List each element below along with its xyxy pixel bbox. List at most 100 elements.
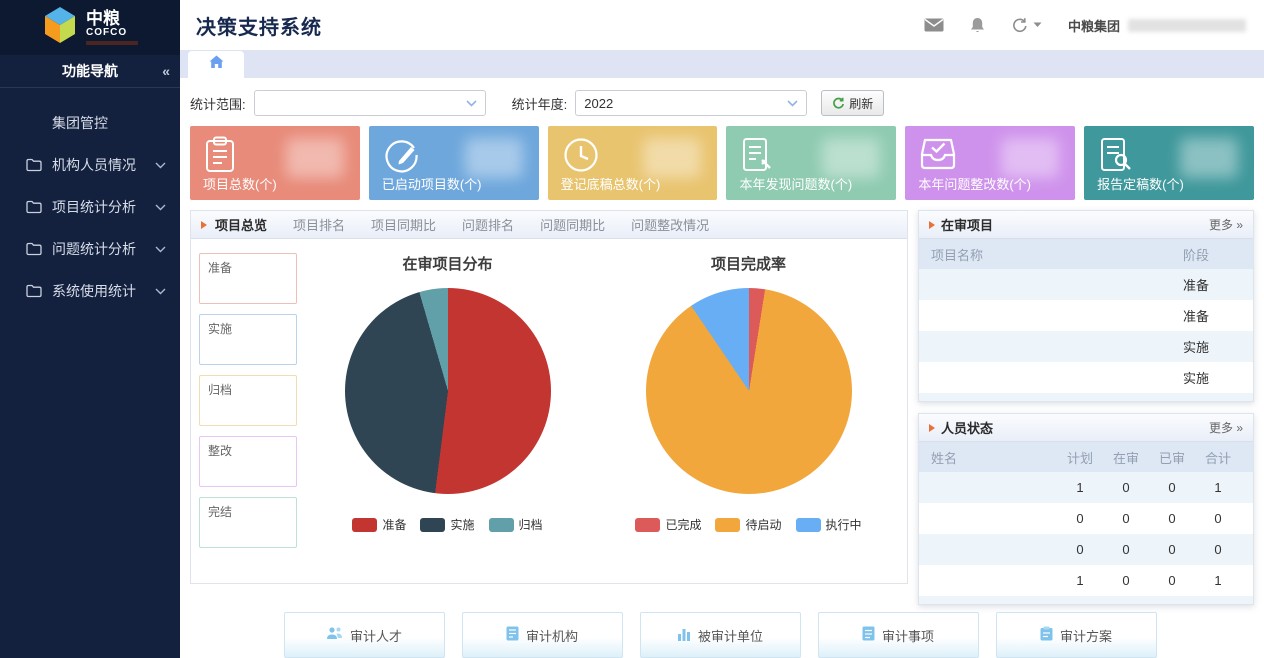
document-icon xyxy=(862,626,875,644)
pie-chart[interactable] xyxy=(345,288,551,494)
cofco-cube-icon xyxy=(42,6,78,49)
year-select[interactable]: 2022 xyxy=(575,90,807,116)
card-started-projects[interactable]: 已启动项目数(个) xyxy=(369,126,539,200)
card-value-redacted xyxy=(465,138,523,178)
tab-project-yoy[interactable]: 项目同期比 xyxy=(371,215,436,234)
table-header: 项目名称 阶段 xyxy=(919,239,1253,269)
personnel-more-link[interactable]: 更多 » xyxy=(1209,419,1243,436)
tab-home[interactable] xyxy=(188,51,244,78)
right-column: 在审项目 更多 » 项目名称 阶段 准备 准备 实施 实施 准备 xyxy=(918,210,1254,605)
org-doc-icon xyxy=(506,626,519,644)
clock-icon xyxy=(562,136,600,179)
people-icon xyxy=(326,626,343,644)
folder-icon xyxy=(26,242,42,256)
mail-icon[interactable] xyxy=(924,18,944,32)
underway-more-link[interactable]: 更多 » xyxy=(1209,216,1243,233)
personnel-status-panel: 人员状态 更多 » 姓名 计划 在审 已审 合计 1001 xyxy=(918,413,1254,605)
table-row[interactable]: 0000 xyxy=(919,503,1253,534)
sidebar-header: 功能导航 « xyxy=(0,55,180,88)
pie-legend: 已完成 待启动 执行中 xyxy=(635,516,861,533)
chevron-down-icon xyxy=(466,100,477,107)
legend-swatch xyxy=(420,518,445,532)
refresh-dropdown-icon[interactable] xyxy=(1011,17,1042,34)
pencil-circle-icon xyxy=(383,136,421,179)
refresh-icon xyxy=(832,97,845,110)
panel-tab-bar: 项目总览 项目排名 项目同期比 问题排名 问题同期比 问题整改情况 xyxy=(191,211,907,239)
brand-en: COFCO xyxy=(86,28,138,39)
card-final-reports[interactable]: 报告定稿数(个) xyxy=(1084,126,1254,200)
main-area: 决策支持系统 中粮集团 xyxy=(180,0,1264,658)
audit-plan-button[interactable]: 审计方案 xyxy=(996,612,1157,658)
doc-gavel-icon xyxy=(740,136,776,179)
sidebar-item-group-control[interactable]: 集团管控 xyxy=(0,102,180,144)
auditee-unit-button[interactable]: 被审计单位 xyxy=(640,612,801,658)
dashboard-content: 统计范围: 统计年度: 2022 刷新 xyxy=(180,78,1264,658)
stage-box-complete: 完结 xyxy=(199,497,297,548)
card-working-papers[interactable]: 登记底稿总数(个) xyxy=(548,126,718,200)
legend-swatch xyxy=(352,518,377,532)
card-issues-rectified[interactable]: 本年问题整改数(个) xyxy=(905,126,1075,200)
table-row[interactable]: 准备 xyxy=(919,300,1253,331)
tab-issue-ranking[interactable]: 问题排名 xyxy=(462,215,514,234)
tab-issue-yoy[interactable]: 问题同期比 xyxy=(540,215,605,234)
card-value-redacted xyxy=(286,138,344,178)
tab-project-overview[interactable]: 项目总览 xyxy=(215,215,267,234)
brand-tagline xyxy=(86,41,138,45)
sidebar-collapse-icon[interactable]: « xyxy=(162,55,170,88)
year-label: 统计年度: xyxy=(512,94,568,113)
sidebar-item-project-stats[interactable]: 项目统计分析 xyxy=(0,186,180,228)
table-row[interactable]: 0000 xyxy=(919,596,1253,605)
table-row[interactable]: 1001 xyxy=(919,565,1253,596)
folder-icon xyxy=(26,284,42,298)
card-value-redacted xyxy=(643,138,701,178)
legend-swatch xyxy=(715,518,740,532)
chart-title: 项目完成率 xyxy=(711,253,786,274)
table-row[interactable]: 0000 xyxy=(919,534,1253,565)
card-total-projects[interactable]: 项目总数(个) xyxy=(190,126,360,200)
table-row[interactable]: 1001 xyxy=(919,472,1253,503)
scope-select[interactable] xyxy=(254,90,486,116)
clipboard-icon xyxy=(1040,626,1053,644)
page-title: 决策支持系统 xyxy=(196,11,322,40)
tab-issue-rectification[interactable]: 问题整改情况 xyxy=(631,215,709,234)
table-header: 姓名 计划 在审 已审 合计 xyxy=(919,442,1253,472)
home-icon xyxy=(209,55,224,74)
chevron-down-icon xyxy=(155,288,166,295)
audit-matters-button[interactable]: 审计事项 xyxy=(818,612,979,658)
chevron-down-icon xyxy=(155,204,166,211)
project-overview-panel: 项目总览 项目排名 项目同期比 问题排名 问题同期比 问题整改情况 准备 实施 … xyxy=(190,210,908,584)
folder-icon xyxy=(26,158,42,172)
table-row[interactable]: 实施 xyxy=(919,362,1253,393)
filter-row: 统计范围: 统计年度: 2022 刷新 xyxy=(186,86,1254,126)
inbox-check-icon xyxy=(919,136,957,177)
table-row[interactable]: 实施 xyxy=(919,331,1253,362)
audit-talent-button[interactable]: 审计人才 xyxy=(284,612,445,658)
sidebar-menu: 集团管控 机构人员情况 项目统计分析 xyxy=(0,88,180,312)
tab-strip xyxy=(180,50,1264,78)
bar-chart-icon xyxy=(677,626,691,644)
card-issues-found[interactable]: 本年发现问题数(个) xyxy=(726,126,896,200)
refresh-button[interactable]: 刷新 xyxy=(821,90,884,116)
bell-icon[interactable] xyxy=(970,17,985,34)
table-row[interactable]: 准备 xyxy=(919,269,1253,300)
stage-box-archive: 归档 xyxy=(199,375,297,426)
org-name: 中粮集团 xyxy=(1068,16,1120,35)
table-row[interactable]: 准备 xyxy=(919,393,1253,402)
sidebar-item-issue-stats[interactable]: 问题统计分析 xyxy=(0,228,180,270)
stat-cards: 项目总数(个) 已启动项目数(个) 登记底稿总数(个) xyxy=(186,126,1254,200)
stage-box-rectify: 整改 xyxy=(199,436,297,487)
audit-org-button[interactable]: 审计机构 xyxy=(462,612,623,658)
tab-project-ranking[interactable]: 项目排名 xyxy=(293,215,345,234)
card-value-redacted xyxy=(1180,138,1238,178)
underway-projects-panel: 在审项目 更多 » 项目名称 阶段 准备 准备 实施 实施 准备 xyxy=(918,210,1254,402)
stage-box-prepare: 准备 xyxy=(199,253,297,304)
card-value-redacted xyxy=(1001,138,1059,178)
scope-label: 统计范围: xyxy=(190,94,246,113)
user-name-redacted[interactable] xyxy=(1128,19,1246,32)
legend-swatch xyxy=(796,518,821,532)
sidebar-item-system-usage[interactable]: 系统使用统计 xyxy=(0,270,180,312)
legend-swatch xyxy=(489,518,514,532)
pie-completion-rate: 项目完成率 已完成 待启动 执行中 xyxy=(598,249,899,548)
sidebar-item-personnel[interactable]: 机构人员情况 xyxy=(0,144,180,186)
pie-chart[interactable] xyxy=(646,288,852,494)
